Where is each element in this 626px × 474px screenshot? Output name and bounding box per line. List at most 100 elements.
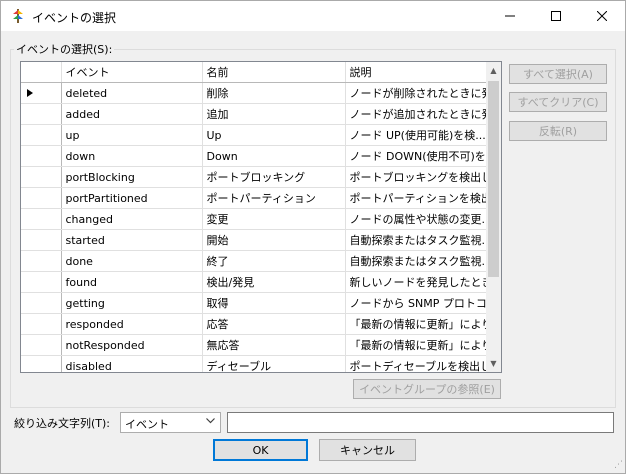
- row-selector[interactable]: [21, 271, 62, 293]
- column-header-description[interactable]: 説明: [345, 62, 487, 83]
- table-row[interactable]: disabledディセーブルポートディセーブルを検出し...: [21, 355, 487, 372]
- cell-description[interactable]: ポートパーティションを検出...: [345, 187, 487, 209]
- table-row[interactable]: notResponded無応答「最新の情報に更新」により...: [21, 334, 487, 356]
- cell-description[interactable]: ノードが追加されたときに発...: [345, 103, 487, 125]
- table-row[interactable]: down Down ノード DOWN(使用不可)を...: [21, 145, 487, 167]
- row-selector[interactable]: [21, 229, 62, 251]
- table-row[interactable]: responded応答「最新の情報に更新」により...: [21, 313, 487, 335]
- cell-name[interactable]: 終了: [202, 250, 346, 272]
- cell-description[interactable]: ノードから SNMP プロトコル...: [345, 292, 487, 314]
- cell-name[interactable]: ポートブロッキング: [202, 166, 346, 188]
- table-row[interactable]: portPartitionedポートパーティションポートパーティションを検出..…: [21, 187, 487, 209]
- cell-description[interactable]: 自動探索またはタスク監視...: [345, 229, 487, 251]
- cell-event[interactable]: started: [61, 229, 203, 251]
- cell-event[interactable]: getting: [61, 292, 203, 314]
- ok-button[interactable]: OK: [213, 439, 308, 461]
- cell-description[interactable]: ポートブロッキングを検出し...: [345, 166, 487, 188]
- cell-description[interactable]: ノード UP(使用可能)を検...: [345, 124, 487, 146]
- row-selector[interactable]: [21, 166, 62, 188]
- cell-name[interactable]: 変更: [202, 208, 346, 230]
- group-label: イベントの選択(S):: [14, 41, 115, 57]
- cell-event[interactable]: responded: [61, 313, 203, 335]
- table-row[interactable]: deleted削除ノードが削除されたときに発...: [21, 82, 487, 104]
- row-selector[interactable]: [21, 145, 62, 167]
- cell-description[interactable]: 「最新の情報に更新」により...: [345, 334, 487, 356]
- cell-name[interactable]: 開始: [202, 229, 346, 251]
- invert-selection-button[interactable]: 反転(R): [509, 121, 607, 141]
- row-selector[interactable]: [21, 124, 62, 146]
- cell-event[interactable]: portPartitioned: [61, 187, 203, 209]
- scroll-thumb[interactable]: [488, 81, 499, 277]
- column-header-name[interactable]: 名前: [202, 62, 346, 83]
- cell-description[interactable]: 新しいノードを発見したとき...: [345, 271, 487, 293]
- column-header-event[interactable]: イベント: [61, 62, 203, 83]
- table-row[interactable]: done 終了 自動探索またはタスク監視...: [21, 250, 487, 272]
- row-selector[interactable]: [21, 82, 62, 104]
- scroll-down-button[interactable]: ▼: [486, 355, 501, 372]
- event-group-reference-button[interactable]: イベントグループの参照(E): [353, 379, 501, 399]
- event-select-dialog: イベントの選択 イベントの選択(S): イベント 名前 説明 deleted 削除…: [0, 0, 626, 474]
- maximize-button[interactable]: [533, 1, 579, 31]
- filter-text-input[interactable]: [227, 412, 614, 433]
- table-row[interactable]: added追加ノードが追加されたときに発...: [21, 103, 487, 125]
- cell-name[interactable]: ディセーブル: [202, 355, 346, 372]
- close-icon: [597, 11, 607, 21]
- cell-description[interactable]: 「最新の情報に更新」により...: [345, 313, 487, 335]
- cell-name[interactable]: Up: [202, 124, 346, 146]
- cell-description[interactable]: ノードの属性や状態の変更...: [345, 208, 487, 230]
- event-grid[interactable]: イベント 名前 説明 deleted削除ノードが削除されたときに発...adde…: [20, 61, 502, 373]
- table-row[interactable]: started 開始 自動探索またはタスク監視...: [21, 229, 487, 251]
- cell-event[interactable]: notResponded: [61, 334, 203, 356]
- maximize-icon: [551, 11, 561, 21]
- clear-all-button[interactable]: すべてクリア(C): [509, 92, 607, 112]
- cell-name[interactable]: 検出/発見: [202, 271, 346, 293]
- table-row[interactable]: portBlockingポートブロッキングポートブロッキングを検出し...: [21, 166, 487, 188]
- filter-type-select[interactable]: イベント: [120, 412, 221, 433]
- cell-name[interactable]: ポートパーティション: [202, 187, 346, 209]
- row-selector[interactable]: [21, 313, 62, 335]
- cell-name[interactable]: 取得: [202, 292, 346, 314]
- minimize-button[interactable]: [487, 1, 533, 31]
- cell-description[interactable]: ノードが削除されたときに発...: [345, 82, 487, 104]
- cell-name[interactable]: 応答: [202, 313, 346, 335]
- minimize-icon: [505, 15, 515, 17]
- row-selector[interactable]: [21, 187, 62, 209]
- cell-description[interactable]: ノード DOWN(使用不可)を...: [345, 145, 487, 167]
- filter-type-value: イベント: [125, 418, 169, 431]
- scroll-up-button[interactable]: ▲: [486, 62, 501, 79]
- cancel-button[interactable]: キャンセル: [319, 439, 416, 461]
- table-row[interactable]: found検出/発見新しいノードを発見したとき...: [21, 271, 487, 293]
- cell-description[interactable]: 自動探索またはタスク監視...: [345, 250, 487, 272]
- close-button[interactable]: [579, 1, 625, 31]
- table-row[interactable]: up Up ノード UP(使用可能)を検...: [21, 124, 487, 146]
- cell-event[interactable]: down: [61, 145, 203, 167]
- vertical-scrollbar[interactable]: ▲ ▼: [486, 62, 501, 372]
- row-selector[interactable]: [21, 334, 62, 356]
- row-current-icon: [27, 88, 33, 97]
- row-selector[interactable]: [21, 208, 62, 230]
- table-row[interactable]: getting取得ノードから SNMP プロトコル...: [21, 292, 487, 314]
- table-row[interactable]: changed 変更 ノードの属性や状態の変更...: [21, 208, 487, 230]
- title-bar[interactable]: イベントの選択: [1, 1, 625, 31]
- cell-event[interactable]: done: [61, 250, 203, 272]
- row-selector[interactable]: [21, 355, 62, 372]
- cell-description[interactable]: ポートディセーブルを検出し...: [345, 355, 487, 372]
- cell-event[interactable]: disabled: [61, 355, 203, 372]
- cell-event[interactable]: added: [61, 103, 203, 125]
- cell-event[interactable]: found: [61, 271, 203, 293]
- cell-event[interactable]: deleted: [61, 82, 203, 104]
- cell-name[interactable]: 無応答: [202, 334, 346, 356]
- cell-name[interactable]: 追加: [202, 103, 346, 125]
- resize-grip-icon[interactable]: ⋰: [611, 459, 623, 471]
- window-title: イベントの選択: [32, 11, 117, 25]
- cell-name[interactable]: Down: [202, 145, 346, 167]
- filter-label: 絞り込み文字列(T):: [14, 417, 111, 430]
- select-all-button[interactable]: すべて選択(A): [509, 64, 607, 84]
- row-selector[interactable]: [21, 292, 62, 314]
- cell-event[interactable]: portBlocking: [61, 166, 203, 188]
- cell-name[interactable]: 削除: [202, 82, 346, 104]
- cell-event[interactable]: changed: [61, 208, 203, 230]
- row-selector[interactable]: [21, 103, 62, 125]
- row-selector[interactable]: [21, 250, 62, 272]
- cell-event[interactable]: up: [61, 124, 203, 146]
